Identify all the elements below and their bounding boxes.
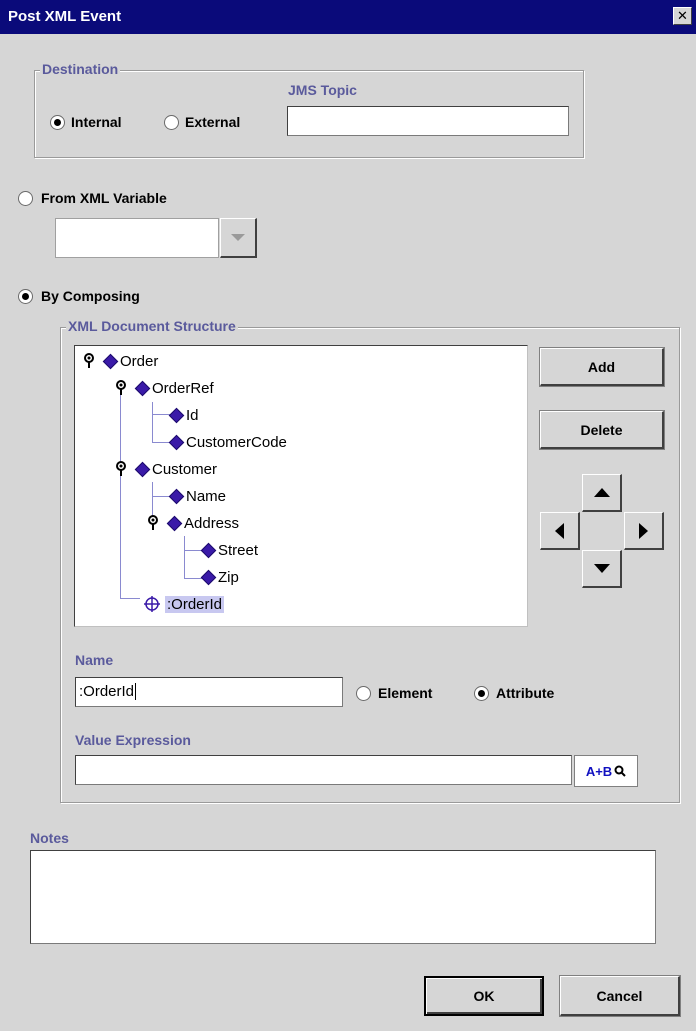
xml-variable-dropdown-value[interactable]: [55, 218, 219, 258]
xml-structure-tree[interactable]: Order OrderRef Id CustomerCode Customer …: [74, 345, 528, 627]
tree-node-orderref[interactable]: OrderRef: [115, 377, 214, 399]
element-diamond-icon: [168, 407, 185, 423]
arrow-down-icon: [593, 564, 610, 573]
attribute-radio-indicator[interactable]: [474, 685, 489, 701]
element-radio-label: Element: [378, 685, 433, 701]
element-diamond-icon: [168, 434, 185, 450]
move-up-button[interactable]: [582, 474, 622, 512]
tree-node-orderid-attribute[interactable]: :OrderId: [143, 593, 225, 615]
title-bar: Post XML Event ✕: [0, 0, 696, 34]
chevron-down-icon: [231, 233, 245, 241]
xml-variable-dropdown-button[interactable]: [220, 218, 257, 258]
by-composing-radio[interactable]: By Composing: [18, 288, 140, 304]
value-expression-label: Value Expression: [75, 732, 191, 748]
by-composing-radio-indicator[interactable]: [18, 288, 33, 304]
external-radio-label: External: [185, 114, 241, 130]
expand-pin-icon[interactable]: [115, 380, 127, 396]
notes-label: Notes: [30, 830, 69, 846]
arrow-left-icon: [555, 522, 564, 539]
element-radio[interactable]: Element: [356, 685, 432, 701]
element-diamond-icon: [102, 353, 119, 369]
element-radio-indicator[interactable]: [356, 685, 371, 701]
tree-node-street[interactable]: Street: [200, 539, 258, 561]
arrow-right-icon: [639, 522, 648, 539]
destination-legend: Destination: [40, 61, 121, 77]
jms-topic-input[interactable]: [287, 106, 569, 136]
attribute-radio-label: Attribute: [496, 685, 555, 701]
move-left-button[interactable]: [540, 512, 580, 550]
attribute-crosshair-icon: [144, 596, 160, 612]
expand-pin-icon[interactable]: [83, 353, 95, 369]
move-right-button[interactable]: [624, 512, 664, 550]
move-down-button[interactable]: [582, 550, 622, 588]
arrow-up-icon: [593, 488, 610, 497]
tree-node-name[interactable]: Name: [168, 485, 226, 507]
element-diamond-icon: [166, 515, 183, 531]
close-button[interactable]: ✕: [673, 7, 692, 25]
xml-structure-legend: XML Document Structure: [66, 318, 238, 334]
tree-node-address[interactable]: Address: [147, 512, 239, 534]
tree-node-customer[interactable]: Customer: [115, 458, 217, 480]
close-icon: ✕: [677, 8, 688, 23]
add-button[interactable]: Add: [539, 347, 665, 387]
from-xml-variable-radio-indicator[interactable]: [18, 190, 33, 206]
internal-radio-indicator[interactable]: [50, 114, 65, 130]
notes-textarea[interactable]: [30, 850, 656, 944]
attribute-radio[interactable]: Attribute: [474, 685, 554, 701]
name-label: Name: [75, 652, 114, 668]
element-diamond-icon: [168, 488, 185, 504]
expand-pin-icon[interactable]: [115, 461, 127, 477]
by-composing-label: By Composing: [41, 288, 140, 304]
element-diamond-icon: [200, 542, 217, 558]
element-diamond-icon: [134, 461, 151, 477]
external-radio-indicator[interactable]: [164, 114, 179, 130]
name-input[interactable]: :OrderId: [75, 677, 343, 707]
tree-node-order[interactable]: Order: [83, 350, 158, 372]
delete-button[interactable]: Delete: [539, 410, 665, 450]
tree-node-id[interactable]: Id: [168, 404, 199, 426]
cancel-button[interactable]: Cancel: [559, 975, 681, 1017]
expand-pin-icon[interactable]: [147, 515, 159, 531]
window-title: Post XML Event: [8, 8, 122, 25]
element-diamond-icon: [200, 569, 217, 585]
element-diamond-icon: [134, 380, 151, 396]
magnifier-icon: [614, 765, 626, 777]
ok-button[interactable]: OK: [424, 976, 544, 1016]
tree-node-customercode[interactable]: CustomerCode: [168, 431, 287, 453]
tree-node-zip[interactable]: Zip: [200, 566, 239, 588]
jms-topic-label: JMS Topic: [288, 82, 357, 98]
external-radio[interactable]: External: [164, 114, 240, 130]
xml-variable-dropdown[interactable]: [55, 218, 257, 258]
from-xml-variable-label: From XML Variable: [41, 190, 167, 206]
internal-radio-label: Internal: [71, 114, 122, 130]
expression-builder-button[interactable]: A+B: [574, 755, 638, 787]
from-xml-variable-radio[interactable]: From XML Variable: [18, 190, 167, 206]
value-expression-input[interactable]: [75, 755, 572, 785]
internal-radio[interactable]: Internal: [50, 114, 122, 130]
